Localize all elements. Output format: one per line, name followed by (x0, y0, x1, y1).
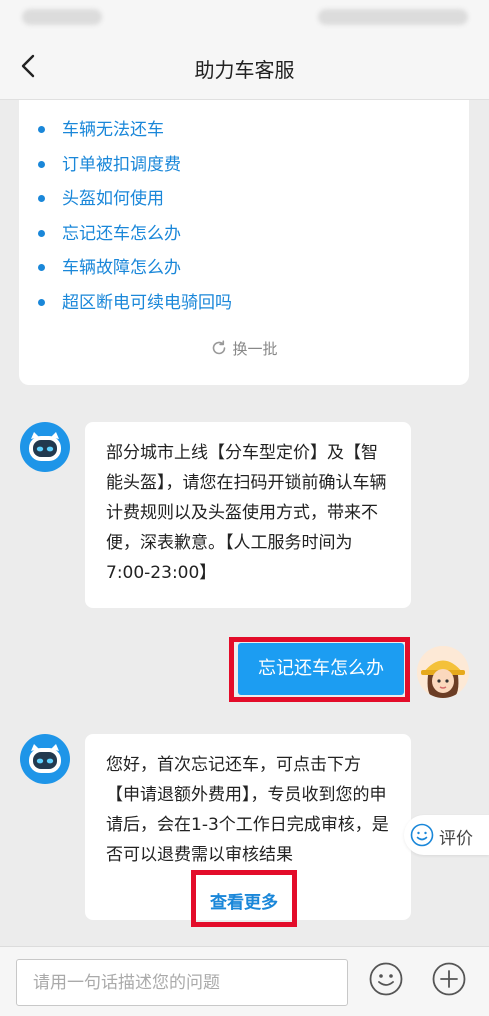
emoji-button[interactable] (368, 961, 404, 997)
message-text: 部分城市上线【分车型定价】及【智能头盔】，请您在扫码开锁前确认车辆计费规则以及头… (106, 443, 387, 583)
bullet-icon (38, 195, 45, 202)
rate-label: 评价 (439, 829, 473, 849)
status-bar-left-blur (22, 9, 102, 25)
bullet-icon (38, 126, 45, 133)
faq-item-label: 订单被扣调度费 (62, 154, 181, 175)
robot-icon (20, 734, 70, 784)
robot-icon (20, 422, 70, 472)
add-attachment-button[interactable] (431, 961, 467, 997)
nav-header: 助力车客服 (0, 34, 489, 100)
faq-item-label: 忘记还车怎么办 (62, 223, 181, 244)
faq-item[interactable]: 头盔如何使用 (19, 185, 469, 220)
user-message-bubble[interactable]: 忘记还车怎么办 (238, 643, 404, 695)
faq-item-label: 头盔如何使用 (62, 189, 164, 209)
page-title: 助力车客服 (194, 58, 295, 82)
see-more-link[interactable]: 查看更多 (196, 888, 292, 913)
faq-item-label: 车辆无法还车 (62, 120, 164, 140)
faq-item[interactable]: 订单被扣调度费 (19, 151, 469, 186)
smile-icon (410, 823, 434, 847)
user-avatar-icon (417, 646, 469, 698)
bullet-icon (38, 264, 45, 271)
bot-avatar (20, 734, 70, 784)
bullet-icon (38, 160, 45, 168)
message-text: 您好，首次忘记还车，可点击下方【申请退额外费用】，专员收到您的申请后，会在1-3… (106, 755, 389, 865)
bullet-icon (38, 298, 45, 306)
faq-item[interactable]: 车辆故障怎么办 (19, 254, 469, 289)
user-avatar (417, 646, 469, 698)
refresh-icon (213, 340, 226, 355)
faq-item-label: 车辆故障怎么办 (62, 258, 181, 278)
rate-button[interactable]: 评价 (404, 815, 489, 855)
faq-list: 车辆无法还车 订单被扣调度费 头盔如何使用 忘记还车怎么办 车辆故障怎么办 超区… (19, 116, 469, 323)
faq-item-label: 超区断电可续电骑回吗 (62, 292, 232, 313)
status-bar-right-blur (318, 9, 468, 25)
bot-avatar (20, 422, 70, 472)
input-bar (0, 946, 489, 1016)
faq-item[interactable]: 忘记还车怎么办 (19, 220, 469, 255)
faq-card: 车辆无法还车 订单被扣调度费 头盔如何使用 忘记还车怎么办 车辆故障怎么办 超区… (19, 100, 469, 385)
refresh-label: 换一批 (232, 340, 278, 358)
emoji-icon (369, 962, 403, 996)
refresh-button[interactable]: 换一批 (19, 338, 469, 359)
plus-icon (432, 962, 466, 996)
message-input[interactable] (16, 959, 348, 1006)
faq-item[interactable]: 超区断电可续电骑回吗 (19, 289, 469, 324)
faq-item[interactable]: 车辆无法还车 (19, 116, 469, 151)
bot-message-bubble: 部分城市上线【分车型定价】及【智能头盔】，请您在扫码开锁前确认车辆计费规则以及头… (85, 422, 411, 608)
bullet-icon (38, 229, 45, 237)
message-text-clip: 您好，首次忘记还车，可点击下方【申请退额外费用】，专员收到您的申请后，会在1-3… (106, 750, 393, 870)
status-bar (0, 0, 489, 34)
